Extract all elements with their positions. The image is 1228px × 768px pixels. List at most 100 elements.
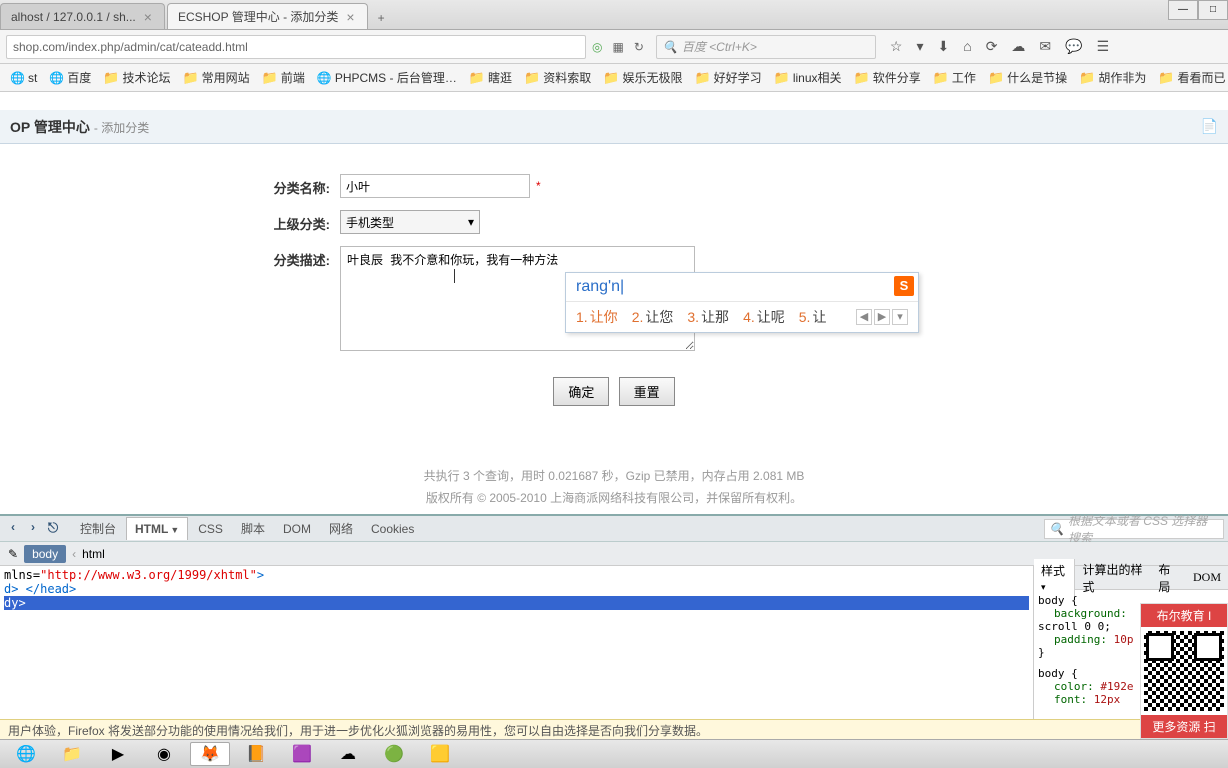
page-title: OP 管理中心 <box>10 117 90 137</box>
folder-icon: 📁 <box>262 70 278 86</box>
app-icon[interactable]: 📙 <box>236 742 276 766</box>
browser-tab-strip: alhost / 127.0.0.1 / sh... × ECSHOP 管理中心… <box>0 0 1228 30</box>
ie-icon[interactable]: 🌐 <box>6 742 46 766</box>
bookmark-item[interactable]: 🌐百度 <box>45 67 95 88</box>
ime-prev-icon[interactable]: ◀ <box>856 309 872 325</box>
submit-button[interactable]: 确定 <box>553 377 609 406</box>
bookmark-item[interactable]: 📁技术论坛 <box>99 67 174 88</box>
edit-icon[interactable]: ✎ <box>8 547 18 561</box>
ime-candidate[interactable]: 4.让呢 <box>743 307 785 327</box>
download-icon[interactable]: ⬇ <box>937 38 949 55</box>
qr-footer: 更多资源 扫 <box>1141 715 1227 738</box>
folder-icon: 📁 <box>1079 70 1095 86</box>
bookmark-item[interactable]: 🌐st <box>6 69 41 87</box>
ime-menu-icon[interactable]: ▾ <box>892 309 908 325</box>
bookmark-item[interactable]: 📁看看而已 <box>1154 67 1228 88</box>
parent-select[interactable]: 手机类型 ▾ <box>340 210 480 234</box>
firefox-icon[interactable]: 🦊 <box>190 742 230 766</box>
crumb-html[interactable]: html <box>82 547 105 561</box>
html-line: d> </head> <box>4 582 1029 596</box>
bookmark-item[interactable]: 📁常用网站 <box>178 67 253 88</box>
media-icon[interactable]: ▶ <box>98 742 138 766</box>
qr-header: 布尔教育 I <box>1141 604 1227 627</box>
close-icon[interactable]: × <box>142 9 154 25</box>
ime-candidate[interactable]: 3.让那 <box>687 307 729 327</box>
folder-icon: 📁 <box>774 70 790 86</box>
devtools-tab-console[interactable]: 控制台 <box>72 516 124 541</box>
devtools-tab-cookies[interactable]: Cookies <box>363 518 422 540</box>
devtools-tab-css[interactable]: CSS <box>190 518 231 540</box>
app-icon[interactable]: ☁ <box>328 742 368 766</box>
bookmark-item[interactable]: 📁胡作非为 <box>1075 67 1150 88</box>
form-buttons: 确定 重置 <box>0 363 1228 420</box>
star-icon[interactable]: ☆ <box>890 38 903 55</box>
bookmark-item[interactable]: 📁瞎逛 <box>465 67 516 88</box>
name-label: 分类名称: <box>0 174 340 197</box>
search-placeholder: 百度 <Ctrl+K> <box>682 38 757 55</box>
reset-button[interactable]: 重置 <box>619 377 675 406</box>
app-icon[interactable]: 🟨 <box>420 742 460 766</box>
ime-candidate[interactable]: 5.让 <box>799 307 827 327</box>
action-icon[interactable]: 📄 <box>1201 118 1218 135</box>
bookmark-item[interactable]: 📁好好学习 <box>690 67 765 88</box>
share-icon[interactable]: ✉ <box>1039 38 1051 55</box>
chevron-down-icon: ▼ <box>170 525 179 535</box>
cloud-icon[interactable]: ☁ <box>1011 38 1025 55</box>
app-icon[interactable]: 🟪 <box>282 742 322 766</box>
devtools-html-panel[interactable]: mlns="http://www.w3.org/1999/xhtml"> d> … <box>0 566 1033 719</box>
devtools-search[interactable]: 🔍 根据文本或者 CSS 选择器搜索 <box>1044 519 1224 539</box>
devtools-tab-script[interactable]: 脚本 <box>233 516 273 541</box>
devtools-tab-html[interactable]: HTML▼ <box>126 517 188 540</box>
next-icon[interactable]: › <box>24 520 42 538</box>
chat-icon[interactable]: 💬 <box>1065 38 1082 55</box>
bookmark-item[interactable]: 📁前端 <box>258 67 309 88</box>
name-input[interactable] <box>340 174 530 198</box>
ime-candidate[interactable]: 1.让你 <box>576 307 618 327</box>
page-header: OP 管理中心 - 添加分类 📄 <box>0 110 1228 144</box>
ime-popup: rang'n S 1.让你 2.让您 3.让那 4.让呢 5.让 ◀ ▶ ▾ <box>565 272 919 333</box>
devtools-tab-dom[interactable]: DOM <box>275 518 319 540</box>
menu-icon[interactable]: ☰ <box>1097 38 1110 55</box>
globe-icon: 🌐 <box>10 71 25 85</box>
bookmark-icon[interactable]: ▾ <box>916 38 923 55</box>
ime-candidate[interactable]: 2.让您 <box>632 307 674 327</box>
address-bar: ◎ ▦ ↻ 🔍 百度 <Ctrl+K> ☆ ▾ ⬇ ⌂ ⟳ ☁ ✉ 💬 ☰ <box>0 30 1228 64</box>
explorer-icon[interactable]: 📁 <box>52 742 92 766</box>
bookmark-item[interactable]: 📁什么是节操 <box>984 67 1071 88</box>
app-icon[interactable]: 🟢 <box>374 742 414 766</box>
required-marker: * <box>536 179 541 193</box>
minimize-button[interactable]: — <box>1168 0 1198 20</box>
folder-icon: 📁 <box>988 70 1004 86</box>
bookmark-item[interactable]: 🌐PHPCMS - 后台管理… <box>313 67 461 88</box>
folder-icon: 📁 <box>524 70 540 86</box>
sogou-logo-icon: S <box>894 276 914 296</box>
ime-input-text: rang'n <box>576 278 624 295</box>
bookmark-item[interactable]: 📁软件分享 <box>850 67 925 88</box>
home-icon[interactable]: ⌂ <box>963 38 971 55</box>
shield-icon[interactable]: ◎ <box>592 40 602 54</box>
bookmark-item[interactable]: 📁资料索取 <box>520 67 595 88</box>
prev-icon[interactable]: ‹ <box>4 520 22 538</box>
chevron-down-icon: ▾ <box>468 215 474 229</box>
qrcode-icon[interactable]: ▦ <box>612 40 623 54</box>
browser-tab-1[interactable]: ECSHOP 管理中心 - 添加分类 × <box>167 3 368 29</box>
maximize-button[interactable]: □ <box>1198 0 1228 20</box>
url-input[interactable] <box>6 35 586 59</box>
devtools-tab-net[interactable]: 网络 <box>321 516 361 541</box>
bookmark-item[interactable]: 📁娱乐无极限 <box>599 67 686 88</box>
crumb-body[interactable]: body <box>24 545 66 563</box>
ime-next-icon[interactable]: ▶ <box>874 309 890 325</box>
folder-icon: 📁 <box>469 70 485 86</box>
new-tab-button[interactable]: + <box>370 7 393 29</box>
bookmark-item[interactable]: 📁linux相关 <box>770 67 846 88</box>
bookmark-item[interactable]: 📁工作 <box>929 67 980 88</box>
inspect-icon[interactable]: ⎋ <box>44 520 62 538</box>
side-tab-dom[interactable]: DOM <box>1186 567 1228 588</box>
chrome-icon[interactable]: ◉ <box>144 742 184 766</box>
search-input[interactable]: 🔍 百度 <Ctrl+K> <box>656 35 876 59</box>
reload-icon[interactable]: ↻ <box>634 40 644 54</box>
globe-icon: 🌐 <box>317 71 332 85</box>
sync-icon[interactable]: ⟳ <box>986 38 998 55</box>
close-icon[interactable]: × <box>344 9 356 25</box>
browser-tab-0[interactable]: alhost / 127.0.0.1 / sh... × <box>0 3 165 29</box>
